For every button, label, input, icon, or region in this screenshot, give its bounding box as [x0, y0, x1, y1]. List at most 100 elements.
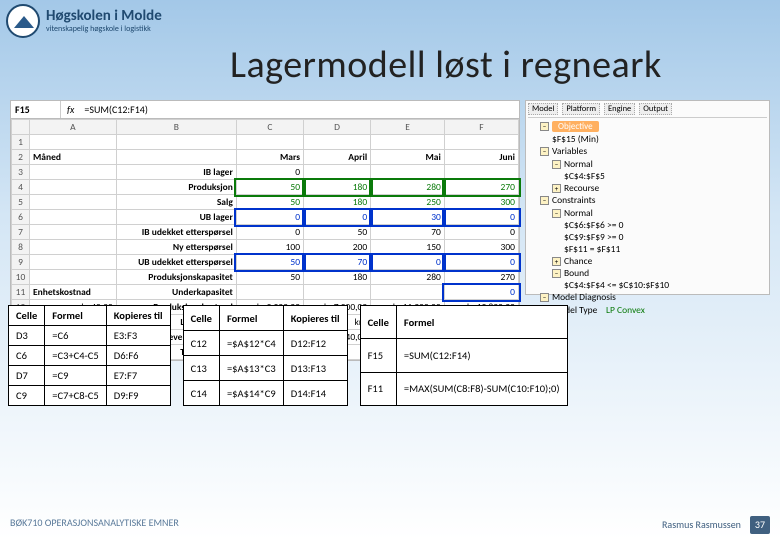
- cell[interactable]: 180: [304, 270, 371, 285]
- tree-node[interactable]: −Normal: [528, 158, 767, 170]
- corner: [12, 120, 30, 135]
- cell[interactable]: Juni: [444, 150, 518, 165]
- tab-platform[interactable]: Platform: [562, 103, 600, 115]
- logo-title: Høgskolen i Molde: [46, 9, 162, 24]
- cell[interactable]: 300: [444, 240, 518, 255]
- formula-table-3: CelleFormel F15=SUM(C12:F14) F11=MAX(SUM…: [360, 305, 568, 406]
- folder-icon: −: [552, 269, 561, 278]
- td: C13: [183, 356, 219, 381]
- col-e[interactable]: E: [371, 120, 445, 135]
- tree-node[interactable]: +Recourse: [528, 182, 767, 194]
- tree-node[interactable]: $F$15 (Min): [528, 133, 767, 145]
- tree-node[interactable]: −Model Diagnosis: [528, 291, 767, 304]
- cell[interactable]: 0: [444, 255, 518, 270]
- td: C14: [183, 381, 219, 406]
- cell[interactable]: Mai: [371, 150, 445, 165]
- tree-node[interactable]: $C$4:$F$5: [528, 170, 767, 182]
- tree-node[interactable]: −Objective: [528, 120, 767, 133]
- tree-node[interactable]: $F$11 = $F$11: [528, 243, 767, 255]
- cell[interactable]: 50: [304, 225, 371, 240]
- tab-engine[interactable]: Engine: [604, 103, 635, 115]
- tree-node[interactable]: −Bound: [528, 267, 767, 279]
- cell[interactable]: 50: [236, 255, 303, 270]
- cell[interactable]: Måned: [30, 150, 117, 165]
- tree-node[interactable]: $C$9:$F$9 >= 0: [528, 231, 767, 243]
- slide-footer: BØK710 OPERASJONSANALYTISKE EMNER Rasmus…: [10, 516, 770, 534]
- td: F15: [360, 339, 396, 372]
- footer-course: BØK710 OPERASJONSANALYTISKE EMNER: [10, 516, 179, 534]
- folder-icon: +: [552, 257, 561, 266]
- cell[interactable]: April: [304, 150, 371, 165]
- col-a[interactable]: A: [30, 120, 117, 135]
- tree-node[interactable]: $C$4:$F$4 <= $C$10:$F$10: [528, 279, 767, 291]
- cell[interactable]: Underkapasitet: [116, 285, 236, 300]
- cell[interactable]: 180: [304, 195, 371, 210]
- cell[interactable]: 100: [236, 240, 303, 255]
- td: =C9: [45, 366, 106, 386]
- cell[interactable]: 0: [444, 210, 518, 225]
- cell[interactable]: 0: [236, 210, 303, 225]
- tree-tabs: Model Platform Engine Output: [528, 103, 767, 118]
- cell[interactable]: Salg: [116, 195, 236, 210]
- tree-node[interactable]: −Variables: [528, 145, 767, 158]
- cell[interactable]: 70: [371, 225, 445, 240]
- cell[interactable]: Produksjonskapasitet: [116, 270, 236, 285]
- cell[interactable]: 0: [236, 225, 303, 240]
- cell[interactable]: 270: [444, 180, 518, 195]
- folder-icon: −: [552, 160, 561, 169]
- fx-icon[interactable]: fx: [61, 103, 80, 116]
- cell[interactable]: 30: [371, 210, 445, 225]
- cell[interactable]: 300: [444, 195, 518, 210]
- cell[interactable]: 0: [444, 225, 518, 240]
- col-b[interactable]: B: [116, 120, 236, 135]
- cell[interactable]: Mars: [236, 150, 303, 165]
- tab-model[interactable]: Model: [528, 103, 558, 115]
- th: Celle: [9, 306, 45, 326]
- cell[interactable]: 50: [236, 195, 303, 210]
- cell[interactable]: 280: [371, 180, 445, 195]
- cell[interactable]: 270: [444, 270, 518, 285]
- cell[interactable]: 50: [236, 270, 303, 285]
- cell[interactable]: 0: [236, 165, 303, 180]
- folder-icon: +: [552, 184, 561, 193]
- col-c[interactable]: C: [236, 120, 303, 135]
- folder-icon: −: [540, 196, 549, 205]
- tree-node[interactable]: $C$6:$F$6 >= 0: [528, 219, 767, 231]
- formula-value[interactable]: =SUM(C12:F14): [80, 101, 151, 118]
- name-box[interactable]: F15: [11, 101, 61, 118]
- th: Celle: [360, 306, 396, 339]
- cell[interactable]: 280: [371, 270, 445, 285]
- tree-node[interactable]: −Constraints: [528, 194, 767, 207]
- cell[interactable]: Ny etterspørsel: [116, 240, 236, 255]
- cell[interactable]: 70: [304, 255, 371, 270]
- cell[interactable]: 180: [304, 180, 371, 195]
- cell[interactable]: Produksjon: [116, 180, 236, 195]
- cell[interactable]: 0: [444, 285, 518, 300]
- td: C9: [9, 386, 45, 406]
- cell[interactable]: UB udekket etterspørsel: [116, 255, 236, 270]
- cell[interactable]: 0: [304, 210, 371, 225]
- td: D13:F13: [283, 356, 347, 381]
- col-f[interactable]: F: [444, 120, 518, 135]
- col-d[interactable]: D: [304, 120, 371, 135]
- cell[interactable]: IB lager: [116, 165, 236, 180]
- td: =SUM(C12:F14): [396, 339, 567, 372]
- tab-output[interactable]: Output: [639, 103, 672, 115]
- cell[interactable]: 50: [236, 180, 303, 195]
- cell[interactable]: 200: [304, 240, 371, 255]
- cell[interactable]: 250: [371, 195, 445, 210]
- td: =C6: [45, 326, 106, 346]
- td: F11: [360, 372, 396, 405]
- tree-node[interactable]: −Normal: [528, 207, 767, 219]
- cell[interactable]: Enhetskostnad: [30, 285, 117, 300]
- tree-node[interactable]: +Chance: [528, 255, 767, 267]
- cell[interactable]: 0: [371, 255, 445, 270]
- cell[interactable]: IB udekket etterspørsel: [116, 225, 236, 240]
- td: C12: [183, 331, 219, 356]
- logo-subtitle: vitenskapelig høgskole i logistikk: [46, 24, 162, 34]
- cell[interactable]: 150: [371, 240, 445, 255]
- cell[interactable]: UB lager: [116, 210, 236, 225]
- td: D14:F14: [283, 381, 347, 406]
- td: C6: [9, 346, 45, 366]
- td: =$A$12*C4: [219, 331, 283, 356]
